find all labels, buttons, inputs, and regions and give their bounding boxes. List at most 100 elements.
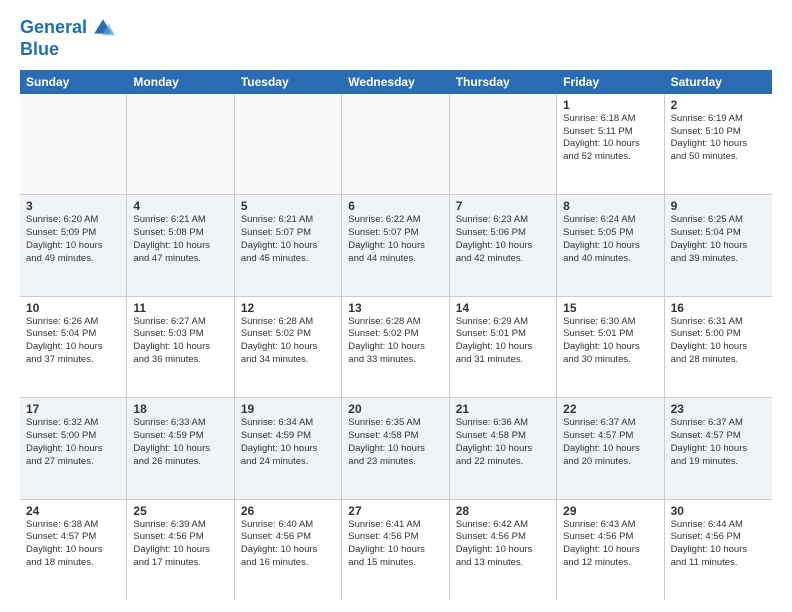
calendar-cell: 13Sunrise: 6:28 AMSunset: 5:02 PMDayligh…: [342, 297, 449, 397]
day-number: 14: [456, 301, 550, 315]
day-number: 2: [671, 98, 766, 112]
cell-text: Sunset: 5:02 PM: [348, 328, 442, 341]
cell-text: Sunrise: 6:34 AM: [241, 417, 335, 430]
cell-text: Sunset: 5:01 PM: [456, 328, 550, 341]
cell-text: Sunrise: 6:33 AM: [133, 417, 227, 430]
calendar-row: 10Sunrise: 6:26 AMSunset: 5:04 PMDayligh…: [20, 297, 772, 398]
calendar-cell: 8Sunrise: 6:24 AMSunset: 5:05 PMDaylight…: [557, 195, 664, 295]
calendar-row: 24Sunrise: 6:38 AMSunset: 4:57 PMDayligh…: [20, 500, 772, 600]
calendar-row: 17Sunrise: 6:32 AMSunset: 5:00 PMDayligh…: [20, 398, 772, 499]
day-number: 5: [241, 199, 335, 213]
cell-text: Sunset: 4:56 PM: [133, 531, 227, 544]
cell-text: Sunrise: 6:37 AM: [563, 417, 657, 430]
calendar-cell: 22Sunrise: 6:37 AMSunset: 4:57 PMDayligh…: [557, 398, 664, 498]
cell-text: Sunrise: 6:21 AM: [241, 214, 335, 227]
calendar-cell: 17Sunrise: 6:32 AMSunset: 5:00 PMDayligh…: [20, 398, 127, 498]
cell-text: Daylight: 10 hours: [348, 341, 442, 354]
day-number: 19: [241, 402, 335, 416]
cell-text: and 44 minutes.: [348, 253, 442, 266]
cell-text: Sunrise: 6:36 AM: [456, 417, 550, 430]
cell-text: Daylight: 10 hours: [348, 240, 442, 253]
calendar-cell: [127, 94, 234, 194]
cell-text: Sunrise: 6:20 AM: [26, 214, 120, 227]
cell-text: Sunrise: 6:28 AM: [348, 316, 442, 329]
cell-text: and 26 minutes.: [133, 456, 227, 469]
calendar-cell: 24Sunrise: 6:38 AMSunset: 4:57 PMDayligh…: [20, 500, 127, 600]
cell-text: Daylight: 10 hours: [456, 544, 550, 557]
calendar-cell: 16Sunrise: 6:31 AMSunset: 5:00 PMDayligh…: [665, 297, 772, 397]
cell-text: Sunset: 4:56 PM: [671, 531, 766, 544]
calendar-cell: 5Sunrise: 6:21 AMSunset: 5:07 PMDaylight…: [235, 195, 342, 295]
calendar-cell: 30Sunrise: 6:44 AMSunset: 4:56 PMDayligh…: [665, 500, 772, 600]
cell-text: and 13 minutes.: [456, 557, 550, 570]
cell-text: Sunrise: 6:26 AM: [26, 316, 120, 329]
calendar-cell: 20Sunrise: 6:35 AMSunset: 4:58 PMDayligh…: [342, 398, 449, 498]
calendar-header: SundayMondayTuesdayWednesdayThursdayFrid…: [20, 70, 772, 94]
cell-text: Sunset: 5:09 PM: [26, 227, 120, 240]
cell-text: and 12 minutes.: [563, 557, 657, 570]
day-number: 17: [26, 402, 120, 416]
calendar-cell: 27Sunrise: 6:41 AMSunset: 4:56 PMDayligh…: [342, 500, 449, 600]
calendar-body: 1Sunrise: 6:18 AMSunset: 5:11 PMDaylight…: [20, 94, 772, 600]
calendar-cell: 18Sunrise: 6:33 AMSunset: 4:59 PMDayligh…: [127, 398, 234, 498]
cell-text: Sunset: 5:03 PM: [133, 328, 227, 341]
day-number: 24: [26, 504, 120, 518]
cell-text: Daylight: 10 hours: [671, 138, 766, 151]
cell-text: Sunrise: 6:25 AM: [671, 214, 766, 227]
cell-text: and 52 minutes.: [563, 151, 657, 164]
cell-text: Sunrise: 6:40 AM: [241, 519, 335, 532]
cell-text: Daylight: 10 hours: [26, 341, 120, 354]
cell-text: Daylight: 10 hours: [563, 341, 657, 354]
calendar-cell: 3Sunrise: 6:20 AMSunset: 5:09 PMDaylight…: [20, 195, 127, 295]
cell-text: and 23 minutes.: [348, 456, 442, 469]
calendar-cell: 28Sunrise: 6:42 AMSunset: 4:56 PMDayligh…: [450, 500, 557, 600]
header-cell-wednesday: Wednesday: [342, 70, 449, 94]
day-number: 12: [241, 301, 335, 315]
cell-text: Sunrise: 6:35 AM: [348, 417, 442, 430]
cell-text: Daylight: 10 hours: [671, 544, 766, 557]
cell-text: Sunrise: 6:31 AM: [671, 316, 766, 329]
cell-text: and 50 minutes.: [671, 151, 766, 164]
cell-text: and 42 minutes.: [456, 253, 550, 266]
cell-text: Daylight: 10 hours: [241, 240, 335, 253]
cell-text: and 17 minutes.: [133, 557, 227, 570]
calendar-cell: 15Sunrise: 6:30 AMSunset: 5:01 PMDayligh…: [557, 297, 664, 397]
day-number: 15: [563, 301, 657, 315]
calendar-cell: 14Sunrise: 6:29 AMSunset: 5:01 PMDayligh…: [450, 297, 557, 397]
cell-text: Daylight: 10 hours: [563, 240, 657, 253]
cell-text: Sunset: 5:00 PM: [671, 328, 766, 341]
cell-text: Sunrise: 6:23 AM: [456, 214, 550, 227]
calendar-cell: 2Sunrise: 6:19 AMSunset: 5:10 PMDaylight…: [665, 94, 772, 194]
cell-text: Sunset: 5:01 PM: [563, 328, 657, 341]
day-number: 13: [348, 301, 442, 315]
day-number: 23: [671, 402, 766, 416]
cell-text: Sunset: 5:05 PM: [563, 227, 657, 240]
cell-text: Sunset: 4:57 PM: [563, 430, 657, 443]
cell-text: Sunset: 4:56 PM: [348, 531, 442, 544]
cell-text: Sunset: 5:07 PM: [348, 227, 442, 240]
cell-text: Sunrise: 6:38 AM: [26, 519, 120, 532]
cell-text: and 24 minutes.: [241, 456, 335, 469]
calendar-cell: 9Sunrise: 6:25 AMSunset: 5:04 PMDaylight…: [665, 195, 772, 295]
cell-text: and 18 minutes.: [26, 557, 120, 570]
cell-text: Sunrise: 6:30 AM: [563, 316, 657, 329]
day-number: 22: [563, 402, 657, 416]
logo-icon: [91, 16, 115, 40]
cell-text: Sunset: 4:59 PM: [133, 430, 227, 443]
cell-text: Sunrise: 6:19 AM: [671, 113, 766, 126]
cell-text: Sunrise: 6:22 AM: [348, 214, 442, 227]
cell-text: Daylight: 10 hours: [671, 240, 766, 253]
day-number: 20: [348, 402, 442, 416]
calendar-cell: [342, 94, 449, 194]
cell-text: Sunrise: 6:41 AM: [348, 519, 442, 532]
header: General Blue: [20, 16, 772, 60]
calendar-cell: 19Sunrise: 6:34 AMSunset: 4:59 PMDayligh…: [235, 398, 342, 498]
cell-text: and 11 minutes.: [671, 557, 766, 570]
calendar-cell: 29Sunrise: 6:43 AMSunset: 4:56 PMDayligh…: [557, 500, 664, 600]
day-number: 10: [26, 301, 120, 315]
calendar-cell: 6Sunrise: 6:22 AMSunset: 5:07 PMDaylight…: [342, 195, 449, 295]
header-cell-monday: Monday: [127, 70, 234, 94]
cell-text: Daylight: 10 hours: [348, 443, 442, 456]
cell-text: Daylight: 10 hours: [26, 443, 120, 456]
cell-text: Daylight: 10 hours: [563, 443, 657, 456]
